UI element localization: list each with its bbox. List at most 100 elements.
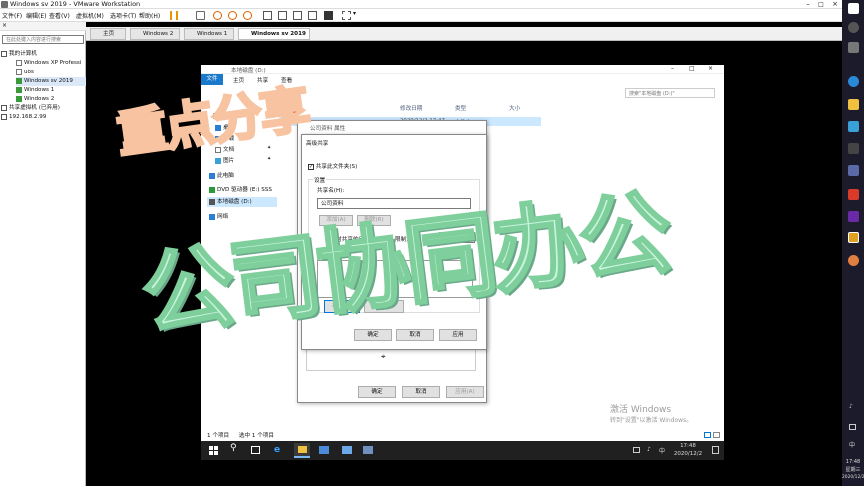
- app-icon[interactable]: [848, 121, 859, 132]
- windows-start-icon[interactable]: [209, 446, 218, 455]
- col-modified[interactable]: 修改日期: [400, 104, 422, 112]
- tree-vm-win1[interactable]: Windows 1: [16, 86, 54, 95]
- activate-windows-watermark: 激活 Windows 转到"设置"以激活 Windows。: [610, 405, 693, 424]
- network-tray-icon[interactable]: [849, 424, 856, 430]
- nav-pictures[interactable]: 图片: [215, 156, 234, 164]
- maximize-icon[interactable]: □: [689, 65, 695, 72]
- revert-snapshot-icon[interactable]: [228, 11, 237, 20]
- menu-file[interactable]: 文件(F): [2, 11, 22, 20]
- cancel-button[interactable]: 取消: [396, 329, 434, 341]
- nav-this-pc[interactable]: 此电脑: [209, 171, 234, 179]
- maximize-icon[interactable]: □: [816, 0, 826, 9]
- col-size[interactable]: 大小: [509, 104, 520, 112]
- fullscreen-icon[interactable]: [293, 11, 302, 20]
- computer-icon: [1, 50, 7, 57]
- tree-vm-winsv2019[interactable]: Windows sv 2019: [16, 77, 86, 86]
- library-panel: × 在此处键入内容进行搜索 我的计算机 Windows XP Professi …: [0, 22, 86, 486]
- app-icon[interactable]: [848, 255, 859, 266]
- network-tray-icon[interactable]: [633, 447, 640, 453]
- server-manager-icon[interactable]: [319, 446, 329, 454]
- library-header: ×: [0, 22, 86, 31]
- details-view-icon[interactable]: [704, 432, 711, 438]
- apply-button[interactable]: 应用: [439, 329, 477, 341]
- windows-start-icon[interactable]: [848, 3, 859, 14]
- menu-tabs[interactable]: 选项卡(T): [110, 11, 136, 20]
- thumbnail-view-icon[interactable]: [278, 11, 287, 20]
- edge-icon[interactable]: [848, 76, 859, 87]
- tab-windows-sv-2019[interactable]: Windows sv 2019: [238, 28, 310, 40]
- ime-indicator[interactable]: 中: [659, 446, 665, 455]
- pin-icon[interactable]: ✦: [267, 156, 271, 162]
- vm-tab-strip: 主页 Windows 2 Windows 1 Windows sv 2019: [86, 27, 842, 41]
- task-view-icon[interactable]: [251, 446, 260, 454]
- guest-taskbar: ⚲ e ♪ 中 17:48 2020/12/2: [201, 441, 724, 460]
- file-explorer-taskbar-icon[interactable]: [294, 443, 310, 458]
- unity-icon[interactable]: [308, 11, 317, 20]
- tree-shared-vms[interactable]: 共享虚拟机 (已弃用): [1, 104, 60, 113]
- menu-vm[interactable]: 虚拟机(M): [76, 11, 104, 20]
- menu-help[interactable]: 帮助(H): [139, 11, 160, 20]
- ime-indicator[interactable]: 中: [849, 440, 855, 449]
- manage-snapshots-icon[interactable]: [243, 11, 252, 20]
- app-icon[interactable]: [848, 143, 859, 154]
- volume-icon[interactable]: ♪: [849, 403, 853, 410]
- stretch-icon[interactable]: [342, 11, 351, 20]
- computer-icon: [209, 172, 215, 179]
- snapshot-icon[interactable]: [213, 11, 222, 20]
- vm-icon: [16, 59, 22, 66]
- close-library-icon[interactable]: ×: [2, 22, 7, 29]
- explorer-search-input[interactable]: 搜索"本地磁盘 (D:)": [625, 88, 715, 98]
- menu-edit[interactable]: 编辑(E): [26, 11, 46, 20]
- guest-clock[interactable]: 17:48 2020/12/2: [669, 442, 707, 458]
- apply-button[interactable]: 应用(A): [446, 386, 484, 398]
- large-icons-view-icon[interactable]: [713, 432, 720, 438]
- volume-icon[interactable]: ♪: [647, 446, 651, 453]
- send-keys-icon[interactable]: [196, 11, 205, 20]
- share-name-label: 共享名(H):: [317, 188, 345, 194]
- share-folder-checkbox[interactable]: ✓ 共享此文件夹(S): [308, 162, 357, 170]
- tree-remote-host[interactable]: 192.168.2.99: [1, 113, 46, 122]
- library-search-input[interactable]: 在此处键入内容进行搜索: [2, 35, 84, 44]
- vmware-taskbar-icon[interactable]: [848, 232, 859, 243]
- ok-button[interactable]: 确定: [358, 386, 396, 398]
- column-headers: 名称 修改日期 类型 大小: [281, 103, 721, 113]
- app-icon[interactable]: [848, 165, 859, 176]
- notification-icon[interactable]: [712, 446, 719, 454]
- vmware-logo-icon: [1, 1, 8, 8]
- shared-icon: [1, 104, 7, 111]
- file-explorer-icon[interactable]: [848, 99, 859, 110]
- tab-windows-1[interactable]: Windows 1: [184, 28, 234, 40]
- close-icon[interactable]: ×: [829, 0, 841, 9]
- close-icon[interactable]: ×: [708, 65, 713, 72]
- search-icon[interactable]: [848, 22, 859, 33]
- cancel-button[interactable]: 取消: [402, 386, 440, 398]
- app-icon[interactable]: [342, 446, 352, 454]
- task-view-icon[interactable]: [848, 42, 859, 53]
- edge-icon[interactable]: e: [274, 445, 280, 455]
- tree-vm-uos[interactable]: uos: [16, 68, 34, 77]
- acrobat-icon[interactable]: [848, 189, 859, 200]
- tab-windows-2[interactable]: Windows 2: [130, 28, 180, 40]
- tree-my-computer[interactable]: 我的计算机: [1, 50, 37, 59]
- col-type[interactable]: 类型: [455, 104, 466, 112]
- drive-icon: [209, 198, 215, 205]
- host-clock[interactable]: 17:48 星期三 2020/12/2: [842, 458, 864, 482]
- minimize-icon[interactable]: –: [671, 65, 674, 72]
- search-icon[interactable]: ⚲: [230, 443, 237, 453]
- tab-home[interactable]: 主页: [90, 28, 126, 40]
- chevron-down-icon[interactable]: ▾: [353, 10, 356, 17]
- console-icon[interactable]: [324, 11, 333, 20]
- settings-group-label: 设置: [313, 176, 327, 184]
- menu-view[interactable]: 查看(V): [49, 11, 70, 20]
- minimize-icon[interactable]: –: [803, 0, 813, 9]
- vm-icon: [16, 68, 22, 75]
- nav-dvd-drive[interactable]: DVD 驱动器 (E:) SSS: [209, 185, 272, 193]
- app-icon[interactable]: [363, 446, 373, 454]
- tree-vm-win2[interactable]: Windows 2: [16, 95, 54, 104]
- tree-vm-winxp[interactable]: Windows XP Professi: [16, 59, 81, 68]
- ok-button[interactable]: 确定: [354, 329, 392, 341]
- pause-icon[interactable]: [170, 11, 178, 20]
- premiere-icon[interactable]: [848, 211, 859, 222]
- vm-running-icon: [16, 95, 22, 102]
- library-view-icon[interactable]: [263, 11, 272, 20]
